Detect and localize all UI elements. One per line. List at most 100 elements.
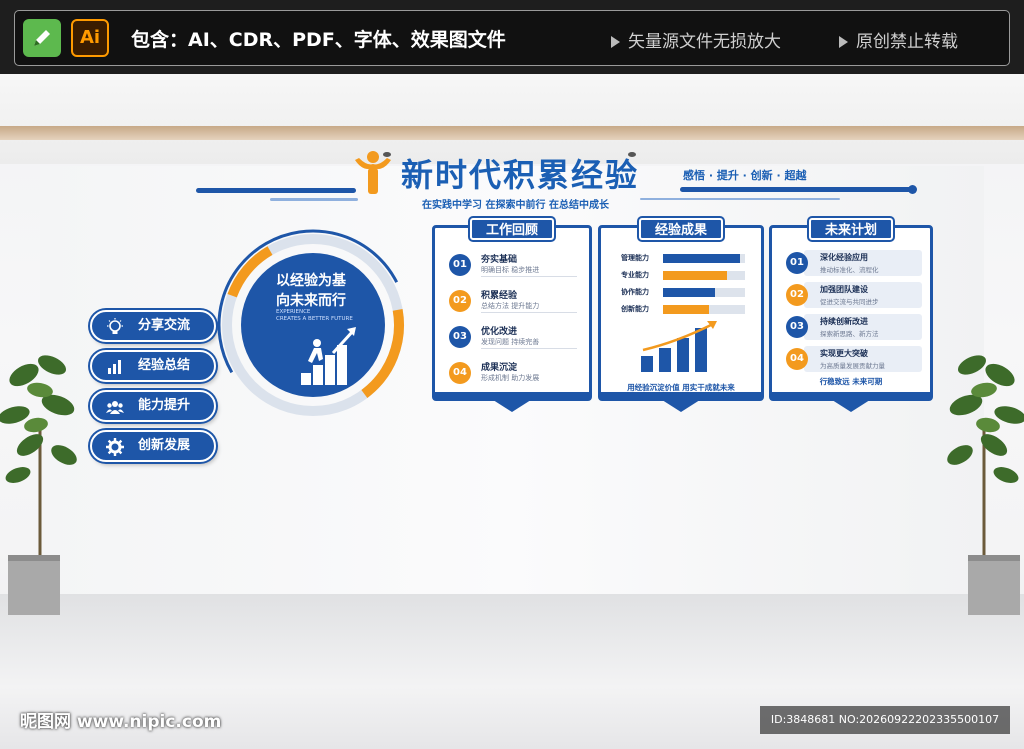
lightbulb-icon <box>107 318 123 334</box>
image-id-watermark: ID:3848681 NO:20260922202335500107 <box>760 706 1010 734</box>
bar-track <box>663 288 745 297</box>
review-item: 01 夯实基础 明确目标 稳步推进 <box>449 252 577 282</box>
item-title: 加强团队建设 <box>820 285 868 294</box>
bar-label: 协作能力 <box>621 288 649 296</box>
ability-bar-row: 管理能力 <box>621 252 751 266</box>
item-number: 04 <box>786 348 808 370</box>
circle-line-1: 以经验为基 <box>276 273 346 289</box>
item-desc: 探索新思路、新方法 <box>820 330 879 338</box>
panel-heading: 未来计划 <box>808 218 894 240</box>
plan-footer: 行稳致远 未来可期 <box>819 377 883 386</box>
item-title: 实现更大突破 <box>820 349 868 358</box>
panel-work-review: 工作回顾 01 夯实基础 明确目标 稳步推进 02 积累经验 总结方法 提升能力… <box>432 218 592 412</box>
top-banner: Ai 包含：AI、CDR、PDF、字体、效果图文件 矢量源文件无损放大 原创禁止… <box>0 0 1024 74</box>
circle-emblem <box>217 229 409 421</box>
panel-heading: 工作回顾 <box>469 218 555 240</box>
item-title: 优化改进 <box>481 327 518 337</box>
divider <box>481 348 577 349</box>
bar-track <box>663 271 745 280</box>
plan-item: 02 加强团队建设 促进交流与共同进步 <box>786 282 922 310</box>
pill-label: 经验总结 <box>138 358 191 373</box>
site-watermark: 昵图网 www.nipic.com <box>20 712 222 732</box>
bar-fill <box>663 305 709 314</box>
copyright-note-text: 原创禁止转载 <box>856 32 958 52</box>
review-item: 03 优化改进 发现问题 持续完善 <box>449 324 577 354</box>
item-desc: 明确目标 稳步推进 <box>481 266 540 274</box>
subtitle: 在实践中学习 在探索中前行 在总结中成长 <box>422 200 609 211</box>
title-line-left-thin <box>270 198 358 201</box>
ability-bar-row: 专业能力 <box>621 269 751 283</box>
item-number: 01 <box>449 254 471 276</box>
banner-frame: Ai 包含：AI、CDR、PDF、字体、效果图文件 矢量源文件无损放大 原创禁止… <box>14 10 1010 66</box>
pen-icon <box>23 19 61 57</box>
rising-chart-icon <box>641 321 717 372</box>
bar-fill <box>663 288 716 297</box>
pill-improve: 能力提升 <box>90 390 216 422</box>
divider <box>481 312 577 313</box>
pill-summary: 经验总结 <box>90 350 216 382</box>
potted-plant-right <box>947 355 1024 615</box>
copyright-note: 原创禁止转载 <box>839 27 958 52</box>
bar-label: 创新能力 <box>621 305 649 313</box>
circle-line-2: 向未来而行 <box>276 293 346 309</box>
ability-bar-row: 协作能力 <box>621 286 751 300</box>
item-title: 夯实基础 <box>481 255 518 265</box>
item-desc: 总结方法 提升能力 <box>481 302 540 310</box>
contains-label: 包含：AI、CDR、PDF、字体、效果图文件 <box>131 29 506 51</box>
item-title: 深化经验应用 <box>820 253 868 262</box>
potted-plant-left <box>0 355 77 615</box>
play-triangle-icon <box>611 36 620 48</box>
bar-fill <box>663 271 727 280</box>
ai-icon: Ai <box>71 19 109 57</box>
item-desc: 为高质量发展贡献力量 <box>820 362 885 370</box>
bar-track <box>663 254 745 263</box>
item-number: 01 <box>786 252 808 274</box>
item-title: 积累经验 <box>481 291 518 301</box>
vector-note-text: 矢量源文件无损放大 <box>628 32 781 52</box>
plan-item: 03 持续创新改进 探索新思路、新方法 <box>786 314 922 342</box>
item-desc: 形成机制 助力发展 <box>481 374 540 382</box>
pill-label: 创新发展 <box>138 438 191 453</box>
circle-english-2: CREATES A BETTER FUTURE <box>276 316 353 322</box>
panel-results: 经验成果 管理能力 专业能力 协作能力 创新能力 用经验沉淀价值 用实干成就未来 <box>598 218 764 412</box>
bar-track <box>663 305 745 314</box>
pill-share: 分享交流 <box>90 310 216 342</box>
person-logo-icon <box>355 151 391 194</box>
panel-pointer <box>659 398 703 412</box>
item-number: 03 <box>449 326 471 348</box>
item-desc: 促进交流与共同进步 <box>820 298 879 306</box>
title-line-right <box>680 187 916 192</box>
bar-label: 管理能力 <box>621 254 649 262</box>
plan-item: 04 实现更大突破 为高质量发展贡献力量 <box>786 346 922 374</box>
title-line-left <box>196 188 356 193</box>
plan-item: 01 深化经验应用 推动标准化、流程化 <box>786 250 922 278</box>
item-number: 02 <box>786 284 808 306</box>
item-title: 持续创新改进 <box>820 317 868 326</box>
item-desc: 推动标准化、流程化 <box>820 266 879 274</box>
item-number: 04 <box>449 362 471 384</box>
item-number: 02 <box>449 290 471 312</box>
item-desc: 发现问题 持续完善 <box>481 338 540 346</box>
title-line-right-thin <box>640 198 840 200</box>
bar-fill <box>663 254 741 263</box>
ability-bar-row: 创新能力 <box>621 303 751 317</box>
play-triangle-icon <box>839 36 848 48</box>
ceiling-wood-strip <box>0 126 1024 140</box>
title-line-dot <box>908 185 917 194</box>
divider <box>481 276 577 277</box>
circle-english-1: EXPERIENCE <box>276 309 311 315</box>
pill-innovate: 创新发展 <box>90 430 216 462</box>
panel-future-plan: 未来计划 01 深化经验应用 推动标准化、流程化 02 加强团队建设 促进交流与… <box>769 218 933 412</box>
panel-heading: 经验成果 <box>638 218 724 240</box>
panel-pointer <box>490 398 534 412</box>
slogan: 感悟 · 提升 · 创新 · 超越 <box>683 169 807 182</box>
team-icon <box>106 401 124 414</box>
panel-pointer <box>829 398 873 412</box>
vector-note: 矢量源文件无损放大 <box>611 27 781 52</box>
bar-label: 专业能力 <box>621 271 649 279</box>
bar-chart-icon <box>108 360 121 374</box>
pill-label: 能力提升 <box>138 398 191 413</box>
main-title: 新时代积累经验 <box>401 156 640 194</box>
review-item: 02 积累经验 总结方法 提升能力 <box>449 288 577 318</box>
item-title: 成果沉淀 <box>481 363 518 373</box>
